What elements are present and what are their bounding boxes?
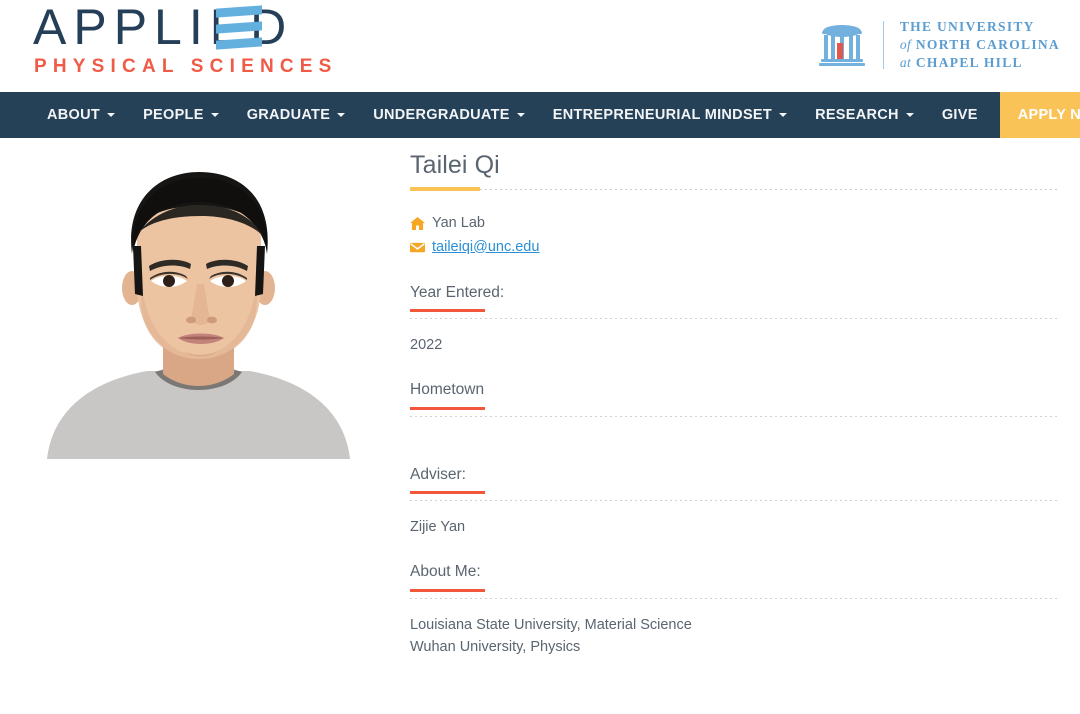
apply-now-button[interactable]: APPLY NOW xyxy=(999,92,1080,138)
unc-wordmark: THE UNIVERSITY of NORTH CAROLINA at CHAP… xyxy=(900,18,1060,71)
brand-wordmark: APPLIED xyxy=(33,2,333,52)
profile-photo xyxy=(37,148,360,459)
nav-item-research[interactable]: RESEARCH xyxy=(801,92,928,138)
unc-line-3-main: CHAPEL HILL xyxy=(915,54,1023,70)
section-body: Zijie Yan xyxy=(410,501,1057,538)
profile-photo-column xyxy=(23,148,368,658)
chevron-down-icon xyxy=(107,113,116,117)
nav-item-label: RESEARCH xyxy=(815,107,899,123)
section-underline xyxy=(410,588,1057,599)
section-year-entered: Year Entered: 2022 xyxy=(410,284,1057,357)
home-icon xyxy=(410,216,427,230)
section-underline xyxy=(410,406,1057,417)
nav-item-label: GRADUATE xyxy=(246,107,331,123)
section-body: 2022 xyxy=(410,319,1057,356)
section-about-me: About Me: Louisiana State University, Ma… xyxy=(410,563,1057,658)
nav-item-graduate[interactable]: GRADUATE xyxy=(233,92,360,138)
section-underline xyxy=(410,491,1057,502)
unc-line-3: at CHAPEL HILL xyxy=(900,54,1060,72)
profile-content: Tailei Qi Yan Lab taileiqi@unc.edu Year … xyxy=(0,138,1080,658)
unc-line-2: of NORTH CAROLINA xyxy=(900,36,1060,54)
brand-subtitle: PHYSICAL SCIENCES xyxy=(34,56,338,77)
section-body-line: Wuhan University, Physics xyxy=(410,638,581,655)
section-heading: Adviser: xyxy=(410,465,466,483)
section-body-line: 2022 xyxy=(410,337,443,354)
nav-item-give[interactable]: GIVE xyxy=(928,92,992,138)
unc-line-1: THE UNIVERSITY xyxy=(899,19,1035,35)
lab-affiliation: Yan Lab xyxy=(410,212,1057,235)
nav-item-undergraduate[interactable]: UNDERGRADUATE xyxy=(359,92,539,138)
site-header: APPLIED PHYSICAL SCIENCES THE UNIVERSITY… xyxy=(0,0,1080,92)
nav-item-label: ENTREPRENEURIAL MINDSET xyxy=(552,107,773,123)
unc-line-2-main: NORTH CAROLINA xyxy=(915,37,1060,53)
section-adviser: Adviser: Zijie Yan xyxy=(410,466,1057,539)
chevron-down-icon xyxy=(516,113,525,117)
section-body xyxy=(410,417,1057,441)
nav-item-label: UNDERGRADUATE xyxy=(373,107,510,123)
title-underline xyxy=(410,186,1057,191)
nav-item-people[interactable]: PEOPLE xyxy=(129,92,233,138)
section-hometown: Hometown xyxy=(410,381,1057,441)
chevron-down-icon xyxy=(210,113,219,117)
section-heading: About Me: xyxy=(410,563,481,581)
envelope-icon xyxy=(410,242,427,253)
section-body: Louisiana State University, Material Sci… xyxy=(410,599,1057,658)
email-link[interactable]: taileiqi@unc.edu xyxy=(432,236,539,259)
profile-details-column: Tailei Qi Yan Lab taileiqi@unc.edu Year … xyxy=(368,148,1057,658)
email-row: taileiqi@unc.edu xyxy=(410,236,1057,259)
nav-item-label: PEOPLE xyxy=(143,107,204,123)
nav-item-about[interactable]: ABOUT xyxy=(33,92,129,138)
unc-line-3-prefix: at xyxy=(899,54,912,70)
unc-line-2-prefix: of xyxy=(899,37,912,53)
section-body-line: Louisiana State University, Material Sci… xyxy=(410,616,692,633)
nav-item-label: ABOUT xyxy=(47,107,101,123)
section-heading: Year Entered: xyxy=(410,283,505,301)
main-navigation: ABOUT PEOPLE GRADUATE UNDERGRADUATE ENTR… xyxy=(0,92,1080,138)
chevron-down-icon xyxy=(779,113,788,117)
chevron-down-icon xyxy=(337,113,346,117)
unc-logo-divider xyxy=(882,21,884,69)
old-well-icon xyxy=(815,18,869,72)
apply-now-label: APPLY NOW xyxy=(1017,107,1080,123)
unc-logo[interactable]: THE UNIVERSITY of NORTH CAROLINA at CHAP… xyxy=(815,14,1060,76)
section-heading: Hometown xyxy=(410,381,485,399)
lab-label: Yan Lab xyxy=(432,214,485,231)
section-body-line: Zijie Yan xyxy=(410,519,466,536)
chevron-down-icon xyxy=(905,113,914,117)
page-title: Tailei Qi xyxy=(410,151,500,179)
brand-logo[interactable]: APPLIED PHYSICAL SCIENCES xyxy=(33,2,333,88)
section-underline xyxy=(410,309,1057,320)
brand-accent-bars-icon xyxy=(216,5,262,50)
nav-item-entrepreneurial-mindset[interactable]: ENTREPRENEURIAL MINDSET xyxy=(539,92,801,138)
nav-item-label: GIVE xyxy=(941,107,978,123)
